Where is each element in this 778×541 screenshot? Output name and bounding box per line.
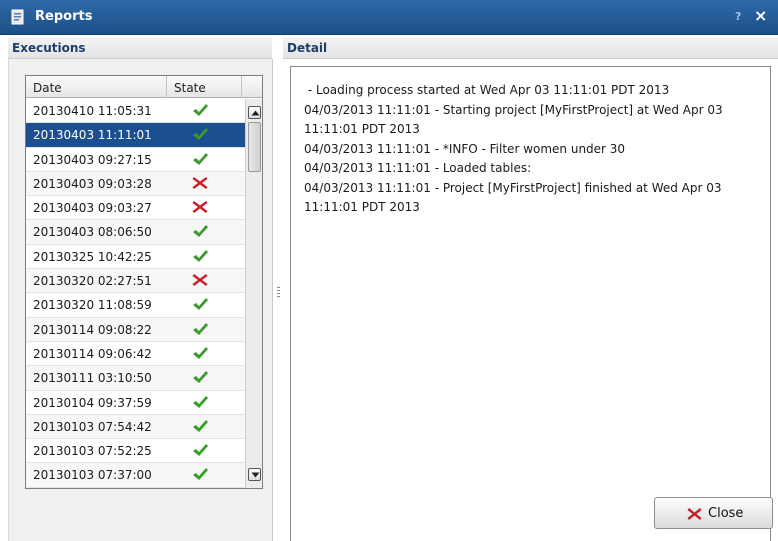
table-row[interactable]: 20130320 02:27:51 <box>26 269 245 294</box>
table-row[interactable]: 20130103 07:52:25 <box>26 439 245 464</box>
scroll-down-button[interactable] <box>248 468 261 481</box>
checkmark-icon <box>193 322 208 335</box>
checkmark-icon <box>193 371 208 384</box>
table-row[interactable]: 20130114 09:08:22 <box>26 317 245 342</box>
execution-date: 20130103 07:37:00 <box>33 468 152 483</box>
table-row[interactable]: 20130103 07:54:42 <box>26 414 245 440</box>
checkmark-icon <box>193 395 208 408</box>
arrow-down-icon <box>251 472 260 478</box>
checkmark-icon <box>193 104 208 116</box>
table-row[interactable]: 20130103 07:37:00 <box>26 463 245 488</box>
panel-splitter[interactable] <box>274 59 283 541</box>
close-button-label: Close <box>708 506 744 521</box>
table-row[interactable]: 20130325 10:42:25 <box>26 245 245 270</box>
table-row[interactable]: 20130403 08:06:50 <box>26 220 245 245</box>
execution-date: 20130403 09:27:15 <box>33 152 152 167</box>
checkmark-icon <box>193 419 208 432</box>
failure-x-icon <box>192 176 208 189</box>
executions-table: Date State 20130410 11:05:31 20130403 11:… <box>25 75 263 489</box>
column-header-corner <box>242 76 262 98</box>
execution-date: 20130403 09:03:28 <box>33 176 152 191</box>
execution-date: 20130114 09:06:42 <box>33 346 152 361</box>
help-button[interactable]: ? <box>735 10 741 23</box>
log-line: 04/03/2013 11:11:01 - Loaded tables: <box>304 161 532 175</box>
checkmark-icon <box>193 152 208 165</box>
reports-icon <box>11 9 24 25</box>
table-row[interactable]: 20130104 09:37:59 <box>26 391 245 415</box>
table-row[interactable]: 20130410 11:05:31 <box>26 99 245 124</box>
detail-log-panel[interactable]: - Loading process started at Wed Apr 03 … <box>290 66 771 541</box>
execution-date: 20130111 03:10:50 <box>33 371 152 386</box>
checkmark-icon <box>193 444 208 457</box>
table-row[interactable]: 20130403 09:27:15 <box>26 148 245 172</box>
table-scrollbar[interactable] <box>245 99 262 488</box>
checkmark-icon <box>193 225 208 238</box>
checkmark-icon <box>193 128 208 141</box>
execution-date: 20130103 07:54:42 <box>33 419 152 434</box>
window-close-button[interactable]: × <box>754 6 767 25</box>
execution-date: 20130103 07:52:25 <box>33 444 152 459</box>
checkmark-icon <box>193 249 208 262</box>
window-title: Reports <box>35 9 93 24</box>
executions-header: Executions <box>8 37 272 59</box>
table-row[interactable]: 20130403 09:03:27 <box>26 196 245 221</box>
column-header-date[interactable]: Date <box>26 76 167 98</box>
table-row[interactable]: 20130320 11:08:59 <box>26 293 245 318</box>
log-line: - Loading process started at Wed Apr 03 … <box>304 83 670 97</box>
close-button[interactable]: Close <box>654 497 773 529</box>
checkmark-icon <box>193 468 208 481</box>
log-line: 04/03/2013 11:11:01 - Project [MyFirstPr… <box>304 180 726 215</box>
arrow-up-icon <box>251 110 260 116</box>
table-row[interactable]: 20130403 09:03:28 <box>26 171 245 197</box>
executions-rows: 20130410 11:05:31 20130403 11:11:01 201304… <box>26 99 245 488</box>
execution-date: 20130104 09:37:59 <box>33 395 152 410</box>
checkmark-icon <box>193 346 208 359</box>
table-row[interactable]: 20130111 03:10:50 <box>26 366 245 391</box>
log-line: 04/03/2013 11:11:01 - *INFO - Filter wom… <box>304 141 626 156</box>
execution-date: 20130410 11:05:31 <box>33 104 152 118</box>
execution-date: 20130403 11:11:01 <box>33 128 152 143</box>
execution-date: 20130403 09:03:27 <box>33 201 152 216</box>
detail-header: Detail <box>283 37 778 59</box>
splitter-grip-icon <box>277 287 280 299</box>
table-row[interactable]: 20130403 11:11:01 <box>26 123 245 148</box>
column-header-state[interactable]: State <box>167 76 242 98</box>
checkmark-icon <box>193 298 208 311</box>
scroll-up-button[interactable] <box>248 106 261 119</box>
table-header: Date State <box>26 76 262 98</box>
title-bar: Reports ? × <box>0 0 778 35</box>
execution-date: 20130403 08:06:50 <box>33 225 152 240</box>
scroll-thumb[interactable] <box>248 122 261 172</box>
log-line: 04/03/2013 11:11:01 - Starting project [… <box>304 102 727 137</box>
detail-log: - Loading process started at Wed Apr 03 … <box>304 81 764 218</box>
failure-x-icon <box>192 274 208 287</box>
table-row[interactable]: 20130114 09:06:42 <box>26 342 245 367</box>
close-x-icon <box>687 508 702 520</box>
execution-date: 20130320 02:27:51 <box>33 274 152 289</box>
failure-x-icon <box>192 201 208 214</box>
execution-date: 20130320 11:08:59 <box>33 298 152 313</box>
execution-date: 20130114 09:08:22 <box>33 322 152 337</box>
execution-date: 20130325 10:42:25 <box>33 249 152 264</box>
